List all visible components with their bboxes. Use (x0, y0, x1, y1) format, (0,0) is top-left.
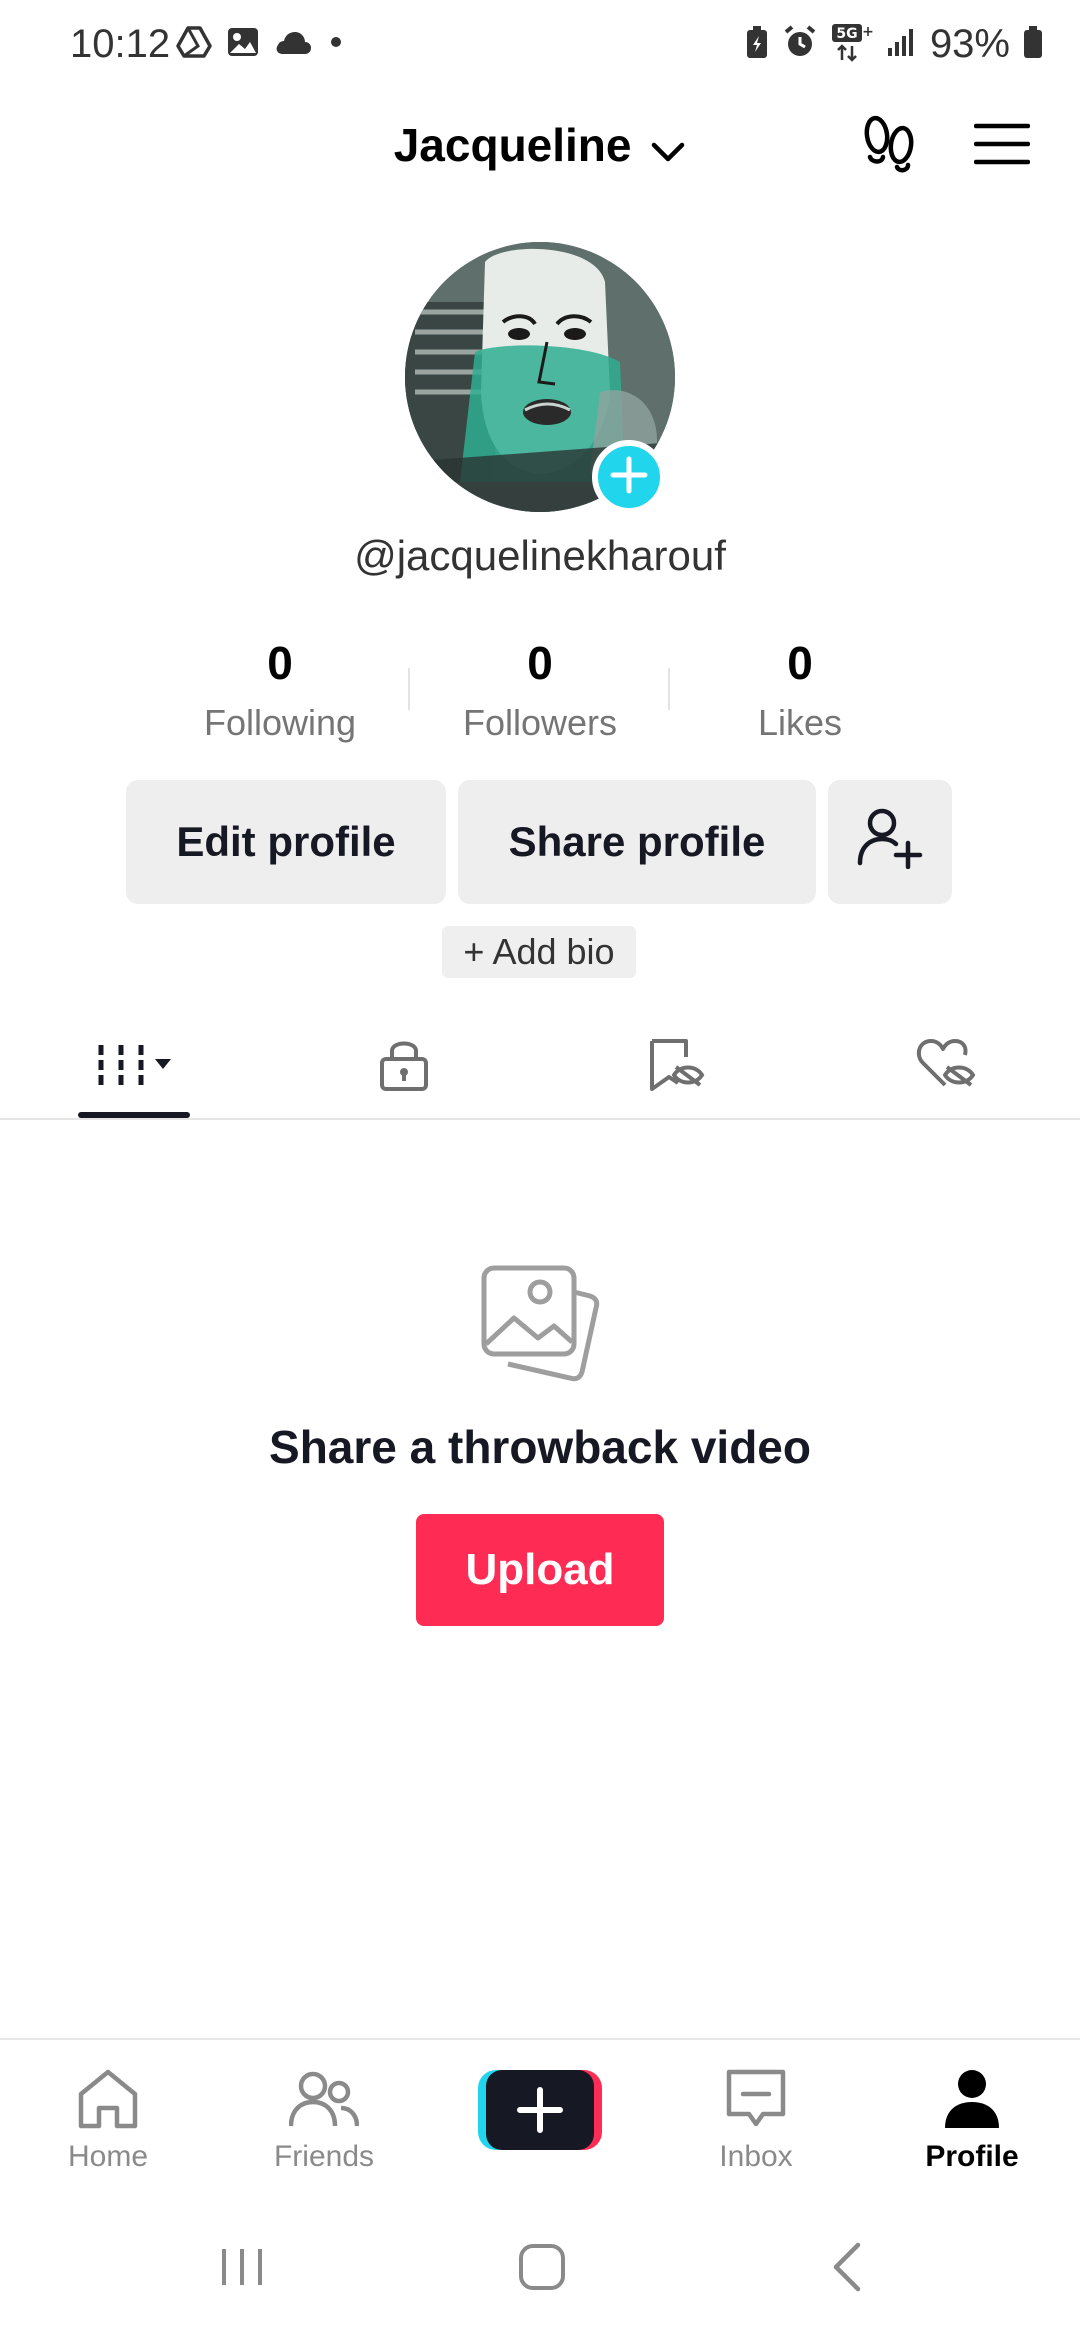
lock-icon (377, 1037, 431, 1098)
nav-profile[interactable]: Profile (892, 2066, 1052, 2174)
account-name: Jacqueline (393, 119, 632, 171)
system-nav-bar (0, 2210, 1080, 2330)
tab-liked[interactable] (886, 1034, 1006, 1100)
battery-saver-icon (744, 24, 770, 65)
back-chevron-icon (828, 2241, 864, 2298)
bookmark-hidden-icon (646, 1037, 706, 1098)
tab-favorites[interactable] (616, 1034, 736, 1100)
menu-icon (973, 122, 1031, 171)
empty-state-title: Share a throwback video (269, 1421, 811, 1473)
share-profile-button[interactable]: Share profile (458, 780, 816, 904)
recent-apps-icon (218, 2245, 266, 2294)
plus-icon (609, 455, 649, 500)
back-button[interactable] (806, 2234, 886, 2304)
svg-text:5G: 5G (836, 26, 857, 42)
home-icon (75, 2068, 141, 2135)
stat-following-value: 0 (267, 637, 293, 689)
friends-icon (288, 2068, 360, 2135)
nav-home[interactable]: Home (28, 2066, 188, 2174)
cloud-icon (274, 28, 312, 61)
menu-button[interactable] (970, 116, 1034, 176)
stat-likes-label: Likes (757, 702, 843, 743)
svg-text:+: + (862, 24, 874, 40)
add-bio-button[interactable]: + Add bio (442, 926, 636, 978)
photo-icon (226, 26, 260, 63)
username: @jacquelinekharouf (354, 532, 726, 579)
5g-icon: 5G + (830, 22, 874, 67)
add-friend-button[interactable] (828, 780, 952, 904)
stat-likes-value: 0 (787, 637, 813, 689)
grid-icon (91, 1039, 181, 1096)
footprint-icon (862, 113, 918, 178)
footprint-button[interactable] (858, 110, 922, 180)
bottom-nav: Home Friends Inbox Profile (0, 2038, 1080, 2188)
profile-header: Jacqueline (0, 110, 1080, 180)
add-user-icon (856, 805, 924, 879)
stat-followers-label: Followers (462, 702, 618, 743)
create-button[interactable] (478, 2070, 602, 2150)
stat-followers[interactable]: 0 Followers (420, 636, 660, 744)
nav-inbox-label: Inbox (719, 2140, 793, 2173)
stat-likes[interactable]: 0 Likes (680, 636, 920, 744)
battery-icon (1022, 24, 1044, 65)
dot-icon (326, 32, 346, 57)
stat-following[interactable]: 0 Following (160, 636, 400, 744)
stat-following-label: Following (203, 702, 357, 743)
edit-profile-button[interactable]: Edit profile (126, 780, 446, 904)
tab-videos[interactable] (76, 1034, 196, 1100)
nav-home-label: Home (67, 2140, 149, 2173)
nav-inbox[interactable]: Inbox (676, 2066, 836, 2174)
status-time: 10:12 (70, 22, 171, 66)
drive-icon (176, 26, 212, 63)
status-bar: 10:12 5G + 93% (0, 0, 1080, 96)
nav-friends-label: Friends (273, 2140, 375, 2173)
signal-icon (886, 26, 918, 63)
active-tab-indicator (78, 1112, 190, 1118)
status-left-icons (176, 26, 346, 63)
upload-button[interactable]: Upload (416, 1514, 664, 1626)
profile-stats: 0 Following 0 Followers 0 Likes (0, 636, 1080, 756)
profile-tabs (0, 1020, 1080, 1120)
chevron-down-icon (650, 122, 686, 176)
profile-icon (943, 2068, 1001, 2135)
stat-followers-value: 0 (527, 637, 553, 689)
home-system-button[interactable] (502, 2234, 582, 2304)
stat-divider (668, 668, 670, 710)
add-avatar-button[interactable] (592, 440, 666, 514)
stat-divider (408, 668, 410, 710)
nav-profile-label: Profile (925, 2140, 1019, 2173)
nav-friends[interactable]: Friends (244, 2066, 404, 2174)
alarm-icon (782, 24, 818, 65)
photos-icon (478, 1262, 602, 1386)
heart-hidden-icon (915, 1037, 977, 1098)
tab-private[interactable] (344, 1034, 464, 1100)
status-right-icons: 5G + 93% (744, 22, 1044, 67)
inbox-icon (725, 2068, 787, 2135)
home-square-icon (517, 2242, 567, 2297)
recent-apps-button[interactable] (202, 2234, 282, 2304)
battery-percent: 93% (929, 22, 1010, 66)
